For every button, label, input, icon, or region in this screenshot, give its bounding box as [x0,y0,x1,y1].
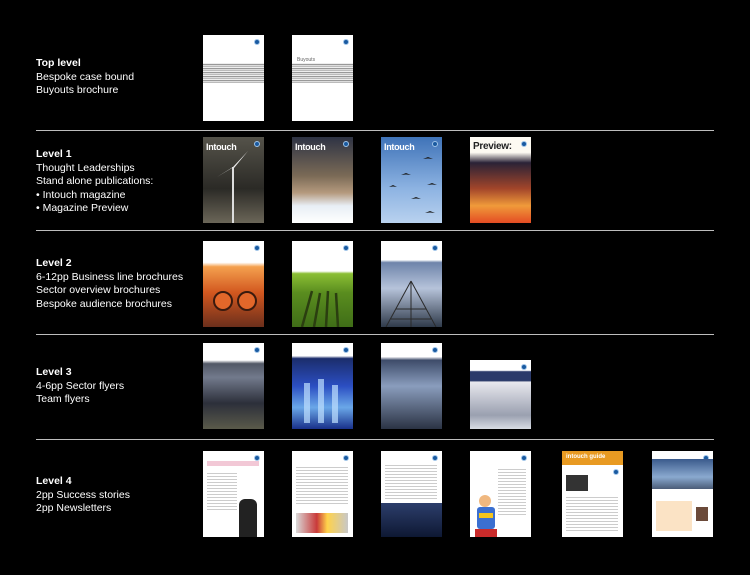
stripe-band [203,63,264,83]
test-tubes-image [304,379,338,423]
cover-flyer-healthcare [470,360,531,429]
level-line: Bespoke audience brochures [36,297,173,310]
logo-icon [254,347,260,353]
level-line: 4-6pp Sector flyers [36,379,125,392]
level-title: Level 2 [36,257,72,269]
level-top-label: Top level Bespoke case bound Buyouts bro… [36,57,134,98]
cover-buyouts: Buyouts [292,35,353,121]
cover-intouch-mountain: Intouch [292,137,353,223]
cover-flyer-tubes [292,343,353,429]
cover-flyer-bridge [203,343,264,429]
level-title: Top level [36,57,81,69]
level-line: Team flyers [36,393,90,405]
wind-turbine-image [217,151,248,223]
logo-icon [521,364,527,370]
logo-icon [343,141,349,147]
row-divider [36,439,714,440]
logo-icon [254,39,260,45]
city-image [381,503,442,537]
level-title: Level 4 [36,475,72,487]
row-divider [36,130,714,131]
logo-icon [343,455,349,461]
level-line: 2pp Newsletters [36,502,112,514]
level-3-label: Level 3 4-6pp Sector flyers Team flyers [36,366,124,407]
logo-icon [432,455,438,461]
level-2-label: Level 2 6-12pp Business line brochures S… [36,257,183,311]
road-image [652,459,713,489]
person-image [239,499,257,537]
cover-story-tram [292,451,353,537]
level-line: Thought Leaderships [36,161,135,174]
photo-block [566,475,588,491]
level-line: 6-12pp Business line brochures [36,270,184,283]
geese-image [389,157,437,213]
cover-newsletter-guide: intouch guide [562,451,623,537]
logo-icon [521,141,527,147]
cover-story-woman [203,451,264,537]
tram-image [296,513,348,533]
highlight-box [656,501,692,531]
text-block [207,471,237,511]
cover-sector-green [292,241,353,327]
cover-newsletter-road [652,451,713,537]
cover-intouch-turbine: Intouch [203,137,264,223]
text-block [566,495,618,533]
level-line: • Intouch magazine [36,188,126,201]
cover-masthead: Intouch [295,142,326,152]
logo-icon [432,347,438,353]
text-block [385,463,437,499]
cover-business-orange [203,241,264,327]
cover-preview: Preview: [470,137,531,223]
steel-structure-image [385,280,437,327]
row-divider [36,230,714,231]
cover-story-superhero [470,451,531,537]
level-1-label: Level 1 Thought Leaderships Stand alone … [36,148,153,216]
level-4-label: Level 4 2pp Success stories 2pp Newslett… [36,475,130,516]
shadows-image [300,290,340,327]
level-line: 2pp Success stories [36,488,130,501]
cover-masthead: intouch guide [566,454,606,460]
cover-masthead: Preview: [473,141,512,152]
level-line: Buyouts brochure [36,84,119,96]
text-block [296,465,348,505]
cover-flyer-tower [381,343,442,429]
level-line: • Magazine Preview [36,202,129,214]
stripe-band [292,63,353,83]
cover-audience-structure [381,241,442,327]
level-line: Bespoke case bound [36,70,135,83]
machinery-image [213,291,257,311]
header-bar [207,461,259,466]
level-title: Level 1 [36,148,72,160]
level-line: Sector overview brochures [36,284,161,296]
level-title: Level 3 [36,366,72,378]
cover-story-city [381,451,442,537]
superhero-image [475,495,497,537]
level-line: Stand alone publications: [36,175,154,187]
cover-title: Buyouts [297,57,316,63]
logo-icon [343,39,349,45]
portrait-image [696,507,708,521]
logo-icon [613,469,619,475]
row-divider [36,334,714,335]
cover-buyouts-plain [203,35,264,121]
cover-intouch-geese: Intouch [381,137,442,223]
